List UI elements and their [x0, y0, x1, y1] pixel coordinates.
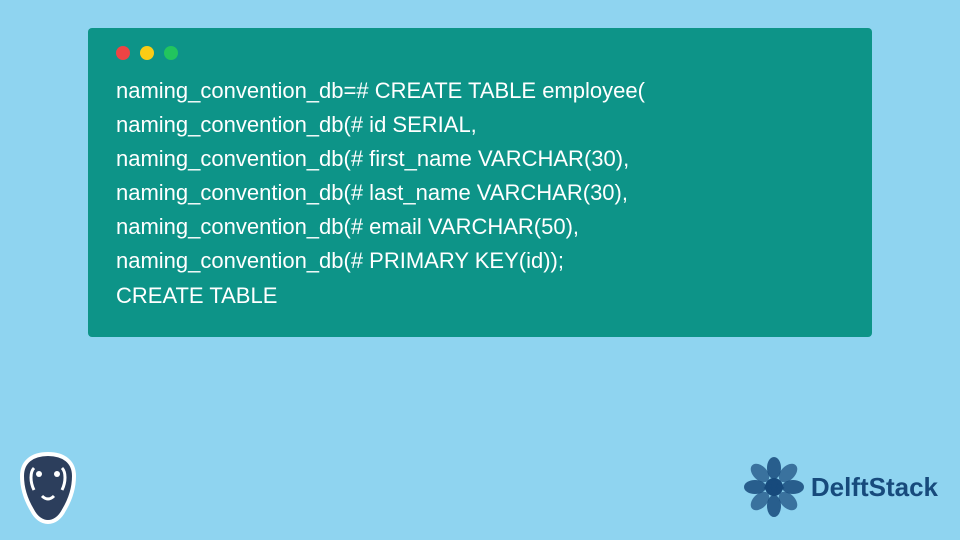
code-line: naming_convention_db(# last_name VARCHAR… [116, 176, 844, 210]
svg-text:</>: </> [765, 483, 783, 494]
postgresql-icon [12, 448, 84, 526]
code-line: naming_convention_db(# PRIMARY KEY(id)); [116, 244, 844, 278]
maximize-icon [164, 46, 178, 60]
code-line: naming_convention_db(# email VARCHAR(50)… [116, 210, 844, 244]
delftstack-logo: </> DelftStack [743, 456, 938, 518]
code-line: naming_convention_db(# first_name VARCHA… [116, 142, 844, 176]
minimize-icon [140, 46, 154, 60]
window-controls [116, 46, 844, 60]
code-line: naming_convention_db(# id SERIAL, [116, 108, 844, 142]
mandala-icon: </> [743, 456, 805, 518]
code-line: naming_convention_db=# CREATE TABLE empl… [116, 74, 844, 108]
terminal-window: naming_convention_db=# CREATE TABLE empl… [88, 28, 872, 337]
brand-name: DelftStack [811, 472, 938, 503]
close-icon [116, 46, 130, 60]
code-line: CREATE TABLE [116, 279, 844, 313]
